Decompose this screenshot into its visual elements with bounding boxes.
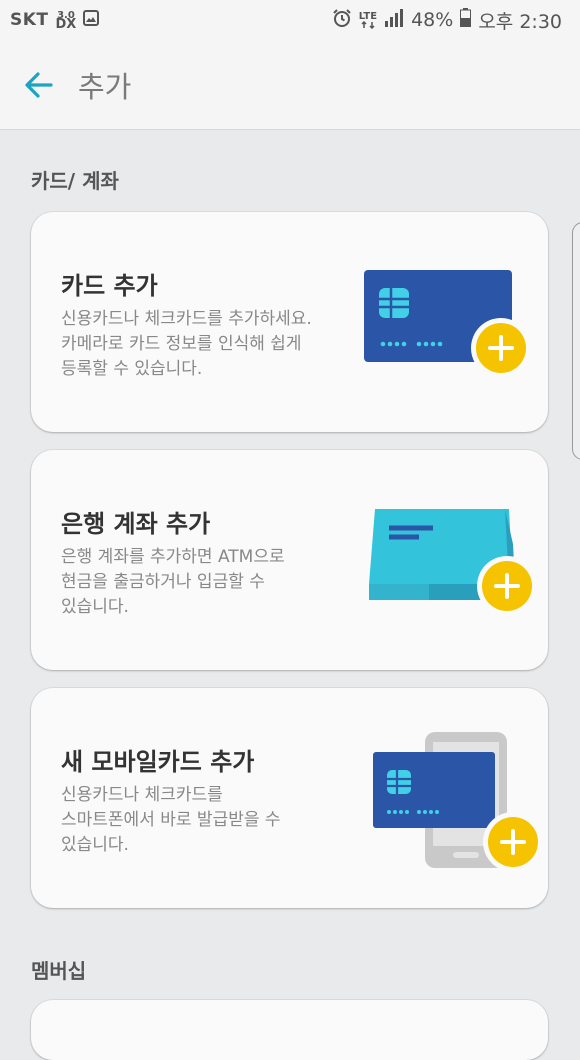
mobile-card-add-icon	[373, 732, 541, 872]
section-label-cards-accounts: 카드/ 계좌	[31, 169, 119, 193]
battery-percent: 48%	[411, 9, 454, 31]
back-button[interactable]	[24, 70, 54, 100]
lte-icon: LTE	[359, 11, 377, 29]
clock: 오후 2:30	[478, 10, 562, 33]
add-mobile-card-item[interactable]: 새 모바일카드 추가 신용카드나 체크카드를 스마트폰에서 바로 발급받을 수 …	[31, 688, 548, 908]
add-card-title: 카드 추가	[61, 272, 158, 300]
app-bar: 추가	[0, 40, 580, 130]
network-3g-icon: 3.0 DX	[55, 10, 77, 32]
add-card-description: 신용카드나 체크카드를 추가하세요. 카메라로 카드 정보를 인식해 쉽게 등록…	[61, 309, 312, 379]
signal-icon	[384, 8, 404, 32]
section-label-membership: 멤버십	[31, 959, 87, 983]
add-bank-account-title: 은행 계좌 추가	[61, 510, 211, 538]
next-card-edge	[572, 222, 580, 460]
carrier-label: SKT	[10, 10, 49, 30]
battery-icon	[460, 8, 472, 32]
add-mobile-card-description: 신용카드나 체크카드를 스마트폰에서 바로 발급받을 수 있습니다.	[61, 785, 281, 855]
bankbook-add-icon	[369, 509, 535, 616]
credit-card-add-icon	[364, 270, 531, 376]
image-notification-icon	[83, 9, 100, 31]
add-mobile-card-title: 새 모바일카드 추가	[61, 748, 255, 776]
add-bank-account-item[interactable]: 은행 계좌 추가 은행 계좌를 추가하면 ATM으로 현금을 출금하거나 입금할…	[31, 450, 548, 670]
status-bar: SKT 3.0 DX LTE 48% 오후 2:30	[0, 0, 580, 40]
arrow-left-icon	[25, 71, 53, 98]
alarm-icon	[332, 8, 352, 33]
membership-card-item[interactable]	[31, 1000, 548, 1060]
add-card-item[interactable]: 카드 추가 신용카드나 체크카드를 추가하세요. 카메라로 카드 정보를 인식해…	[31, 212, 548, 432]
add-bank-account-description: 은행 계좌를 추가하면 ATM으로 현금을 출금하거나 입금할 수 있습니다.	[61, 547, 285, 617]
page-title: 추가	[78, 69, 132, 104]
